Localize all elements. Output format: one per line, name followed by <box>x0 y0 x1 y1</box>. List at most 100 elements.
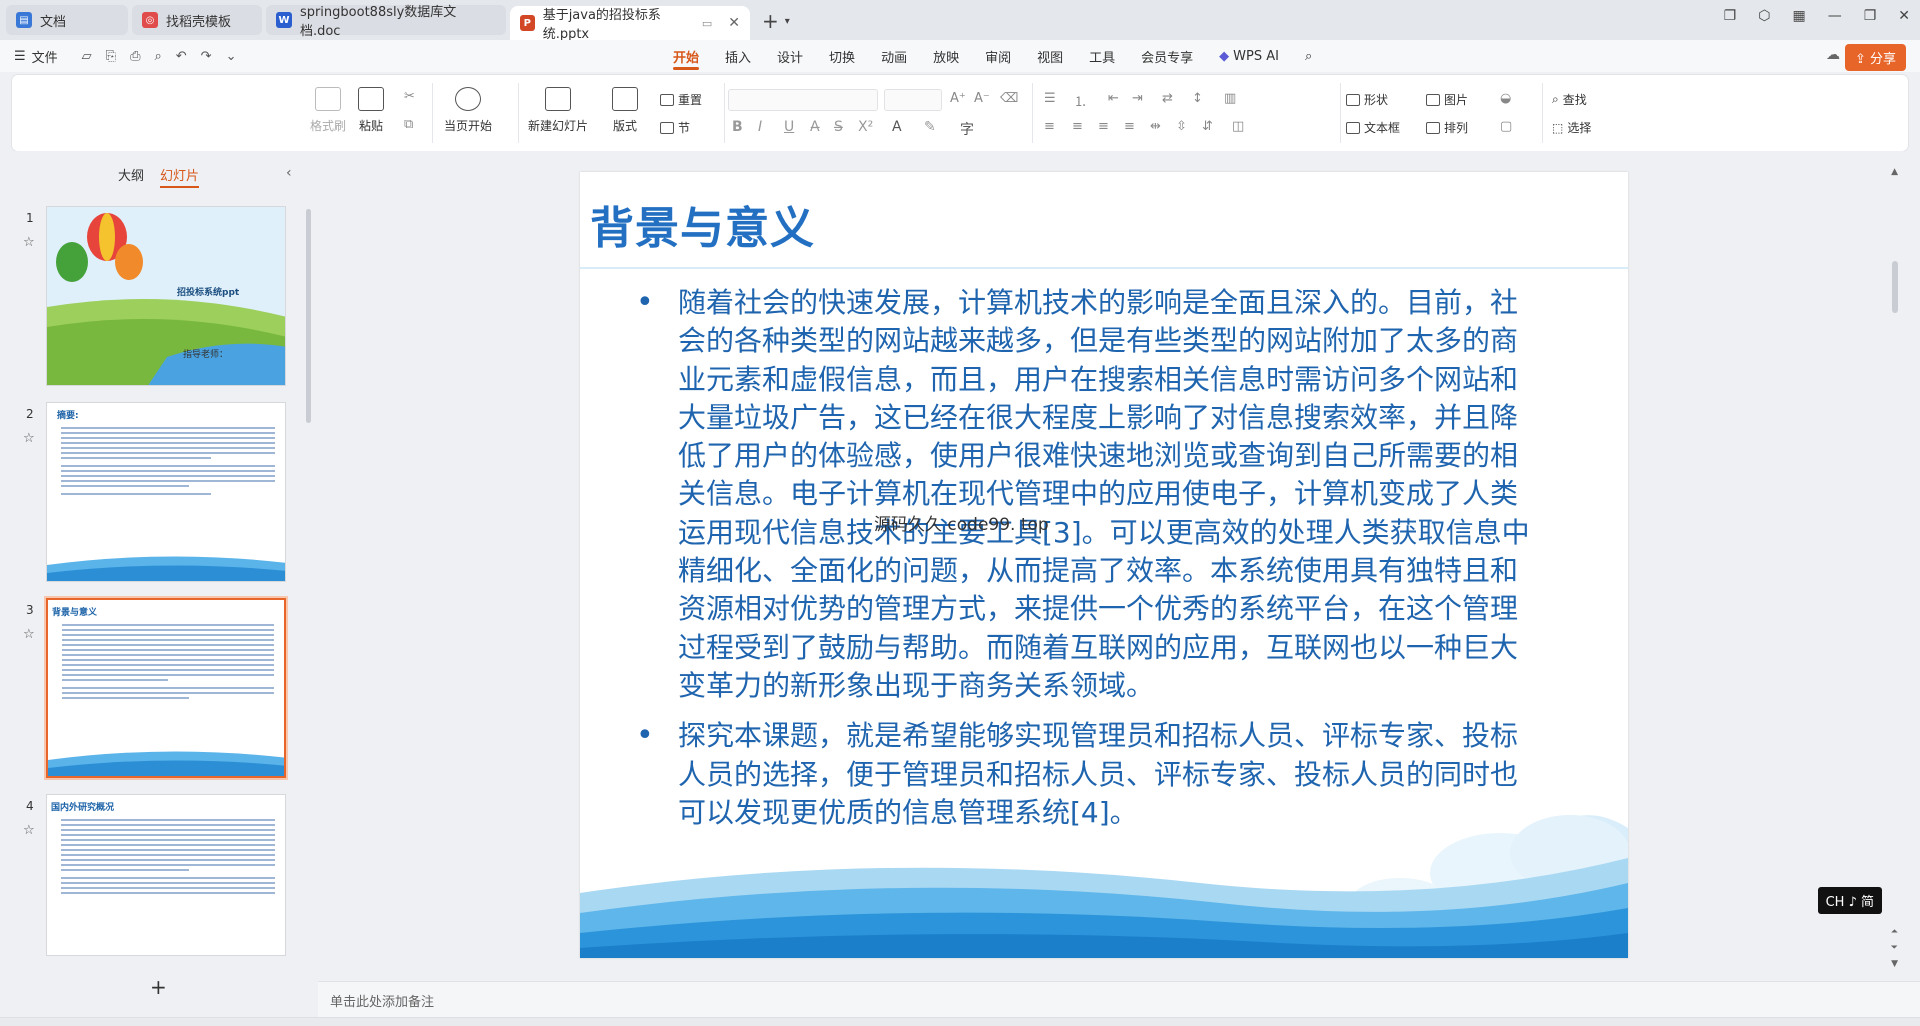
new-slide-button[interactable]: 新建幻灯片 <box>528 87 588 134</box>
strike-s-icon[interactable]: S̶ <box>834 119 843 135</box>
tab-slides[interactable]: 幻灯片 <box>160 165 200 188</box>
justify-icon[interactable]: ≡ <box>1124 119 1135 134</box>
save-icon[interactable]: ▱ <box>82 49 92 64</box>
fill-icon[interactable]: ◒ <box>1500 91 1511 106</box>
reset-button[interactable]: 重置 <box>660 91 702 108</box>
line-spacing-icon[interactable]: ↕ <box>1192 91 1203 106</box>
italic-icon[interactable]: I <box>758 119 762 135</box>
monitor-icon[interactable]: ▭ <box>702 17 712 30</box>
star-icon[interactable]: ☆ <box>23 235 35 250</box>
tab-home[interactable]: 开始 <box>660 40 712 72</box>
smartart-icon[interactable]: ◫ <box>1232 119 1244 134</box>
search-icon[interactable]: ⌕ <box>1292 40 1325 72</box>
strikethrough-icon[interactable]: A̶ <box>810 119 820 135</box>
file-menu[interactable]: ☰ 文件 <box>14 47 58 66</box>
minimize-icon[interactable]: — <box>1828 8 1842 24</box>
print-preview-icon[interactable]: ⌕ <box>154 49 161 64</box>
ime-indicator[interactable]: CH ♪ 简 <box>1817 887 1882 914</box>
tab-animation[interactable]: 动画 <box>868 40 920 72</box>
close-tab-icon[interactable]: ✕ <box>728 15 740 31</box>
cut-icon[interactable]: ✂ <box>404 89 415 104</box>
print-icon[interactable]: ⎙ <box>130 49 140 64</box>
cube-icon[interactable]: ⬡ <box>1758 8 1770 24</box>
tab-docer[interactable]: ◎ 找稻壳模板 <box>132 5 262 35</box>
format-painter-button[interactable]: 格式刷 <box>310 87 346 134</box>
scroll-page-down-icon[interactable]: ⏷ <box>1891 943 1898 953</box>
picture-button[interactable]: 图片 <box>1426 91 1468 108</box>
highlight-icon[interactable]: ✎ <box>924 119 936 135</box>
font-color-icon[interactable]: A <box>892 119 902 135</box>
align-right-icon[interactable]: ≡ <box>1098 119 1109 134</box>
maximize-icon[interactable]: ❐ <box>1864 8 1877 24</box>
char-spacing-icon[interactable]: 字 <box>960 119 974 139</box>
share-button[interactable]: ⇪ 分享 <box>1844 44 1906 71</box>
slide-thumbnail-4[interactable]: 国内外研究概况 <box>46 794 286 956</box>
outline-icon[interactable]: ▢ <box>1500 119 1512 134</box>
tab-member[interactable]: 会员专享 <box>1128 40 1206 72</box>
more-icon[interactable]: ⌄ <box>226 49 237 64</box>
font-size-select[interactable] <box>884 89 942 111</box>
star-icon[interactable]: ☆ <box>23 823 35 838</box>
slide-editor[interactable]: 背景与意义 随着社会的快速发展，计算机技术的影响是全面且深入的。目前，社会的各种… <box>580 172 1628 958</box>
close-icon[interactable]: ✕ <box>1898 8 1910 24</box>
distribute-icon[interactable]: ⇹ <box>1150 119 1161 134</box>
panel-scrollbar[interactable] <box>306 209 311 423</box>
bold-icon[interactable]: B <box>732 119 743 135</box>
tab-outline[interactable]: 大纲 <box>118 165 144 188</box>
indent-icon[interactable]: ⇥ <box>1132 91 1143 106</box>
slide-title[interactable]: 背景与意义 <box>590 192 815 256</box>
slide-thumbnail-1[interactable]: 招投标系统ppt 指导老师： <box>46 206 286 386</box>
tab-insert[interactable]: 插入 <box>712 40 764 72</box>
underline-icon[interactable]: U <box>784 119 794 135</box>
add-slide-button[interactable]: + <box>150 975 167 999</box>
export-pdf-icon[interactable]: ⎘ <box>106 49 116 64</box>
restore-layout-icon[interactable]: ❐ <box>1724 8 1737 24</box>
shape-button[interactable]: 形状 <box>1346 91 1388 108</box>
tab-transition[interactable]: 切换 <box>816 40 868 72</box>
wps-ai-button[interactable]: ◆ WPS AI <box>1206 40 1292 72</box>
font-grow-icon[interactable]: A⁺ <box>950 91 966 106</box>
textbox-button[interactable]: 文本框 <box>1346 119 1400 136</box>
tab-slideshow[interactable]: 放映 <box>920 40 972 72</box>
layout-button[interactable]: 版式 <box>612 87 638 134</box>
paste-button[interactable]: 粘贴 <box>358 87 384 134</box>
new-tab-button[interactable]: + <box>762 7 779 33</box>
redo-icon[interactable]: ↷ <box>201 49 212 64</box>
tab-review[interactable]: 审阅 <box>972 40 1024 72</box>
avatar[interactable]: ▦ <box>1792 8 1805 24</box>
slide-body-textbox[interactable]: 随着社会的快速发展，计算机技术的影响是全面且深入的。目前，社会的各种类型的网站越… <box>636 284 1536 844</box>
find-button[interactable]: ⌕ 查找 <box>1552 91 1587 108</box>
canvas-scrollbar[interactable] <box>1892 261 1898 313</box>
select-button[interactable]: ⬚ 选择 <box>1552 119 1591 136</box>
paragraph-spacing-icon[interactable]: ⇵ <box>1202 119 1213 134</box>
tab-docs[interactable]: ▤ 文档 <box>6 5 128 35</box>
slide-thumbnail-3[interactable]: 背景与意义 <box>46 598 286 778</box>
slide-thumbnail-2[interactable]: 摘要: <box>46 402 286 582</box>
font-family-select[interactable] <box>728 89 878 111</box>
scroll-down-icon[interactable]: ▼ <box>1891 959 1898 969</box>
align-center-icon[interactable]: ≡ <box>1072 119 1083 134</box>
chevron-down-icon[interactable]: ▾ <box>785 14 790 27</box>
superscript-icon[interactable]: X² <box>858 119 873 135</box>
start-show-button[interactable]: 当页开始 <box>444 87 492 134</box>
undo-icon[interactable]: ↶ <box>176 49 187 64</box>
tab-word-doc[interactable]: W springboot88sly数据库文档.doc <box>266 5 506 39</box>
arrange-button[interactable]: 排列 <box>1426 119 1468 136</box>
tab-view[interactable]: 视图 <box>1024 40 1076 72</box>
collapse-panel-icon[interactable]: ‹ <box>286 165 292 181</box>
bullet-list-icon[interactable]: ☰ <box>1044 91 1056 106</box>
columns-icon[interactable]: ▥ <box>1224 91 1236 106</box>
font-shrink-icon[interactable]: A⁻ <box>974 91 990 106</box>
outdent-icon[interactable]: ⇤ <box>1108 91 1119 106</box>
cloud-sync-icon[interactable]: ☁ <box>1826 47 1840 63</box>
numbered-list-icon[interactable]: ⒈ <box>1074 91 1087 110</box>
vertical-align-icon[interactable]: ⇳ <box>1176 119 1187 134</box>
section-button[interactable]: 节 <box>660 119 690 136</box>
tab-tools[interactable]: 工具 <box>1076 40 1128 72</box>
scroll-page-up-icon[interactable]: ⏶ <box>1891 927 1898 937</box>
copy-icon[interactable]: ⧉ <box>404 117 413 132</box>
scroll-up-icon[interactable]: ▲ <box>1891 167 1898 177</box>
notes-pane[interactable]: 单击此处添加备注 <box>318 981 1920 1017</box>
tab-pptx[interactable]: P 基于java的招投标系统.pptx ▭ ✕ <box>510 6 750 42</box>
tab-design[interactable]: 设计 <box>764 40 816 72</box>
